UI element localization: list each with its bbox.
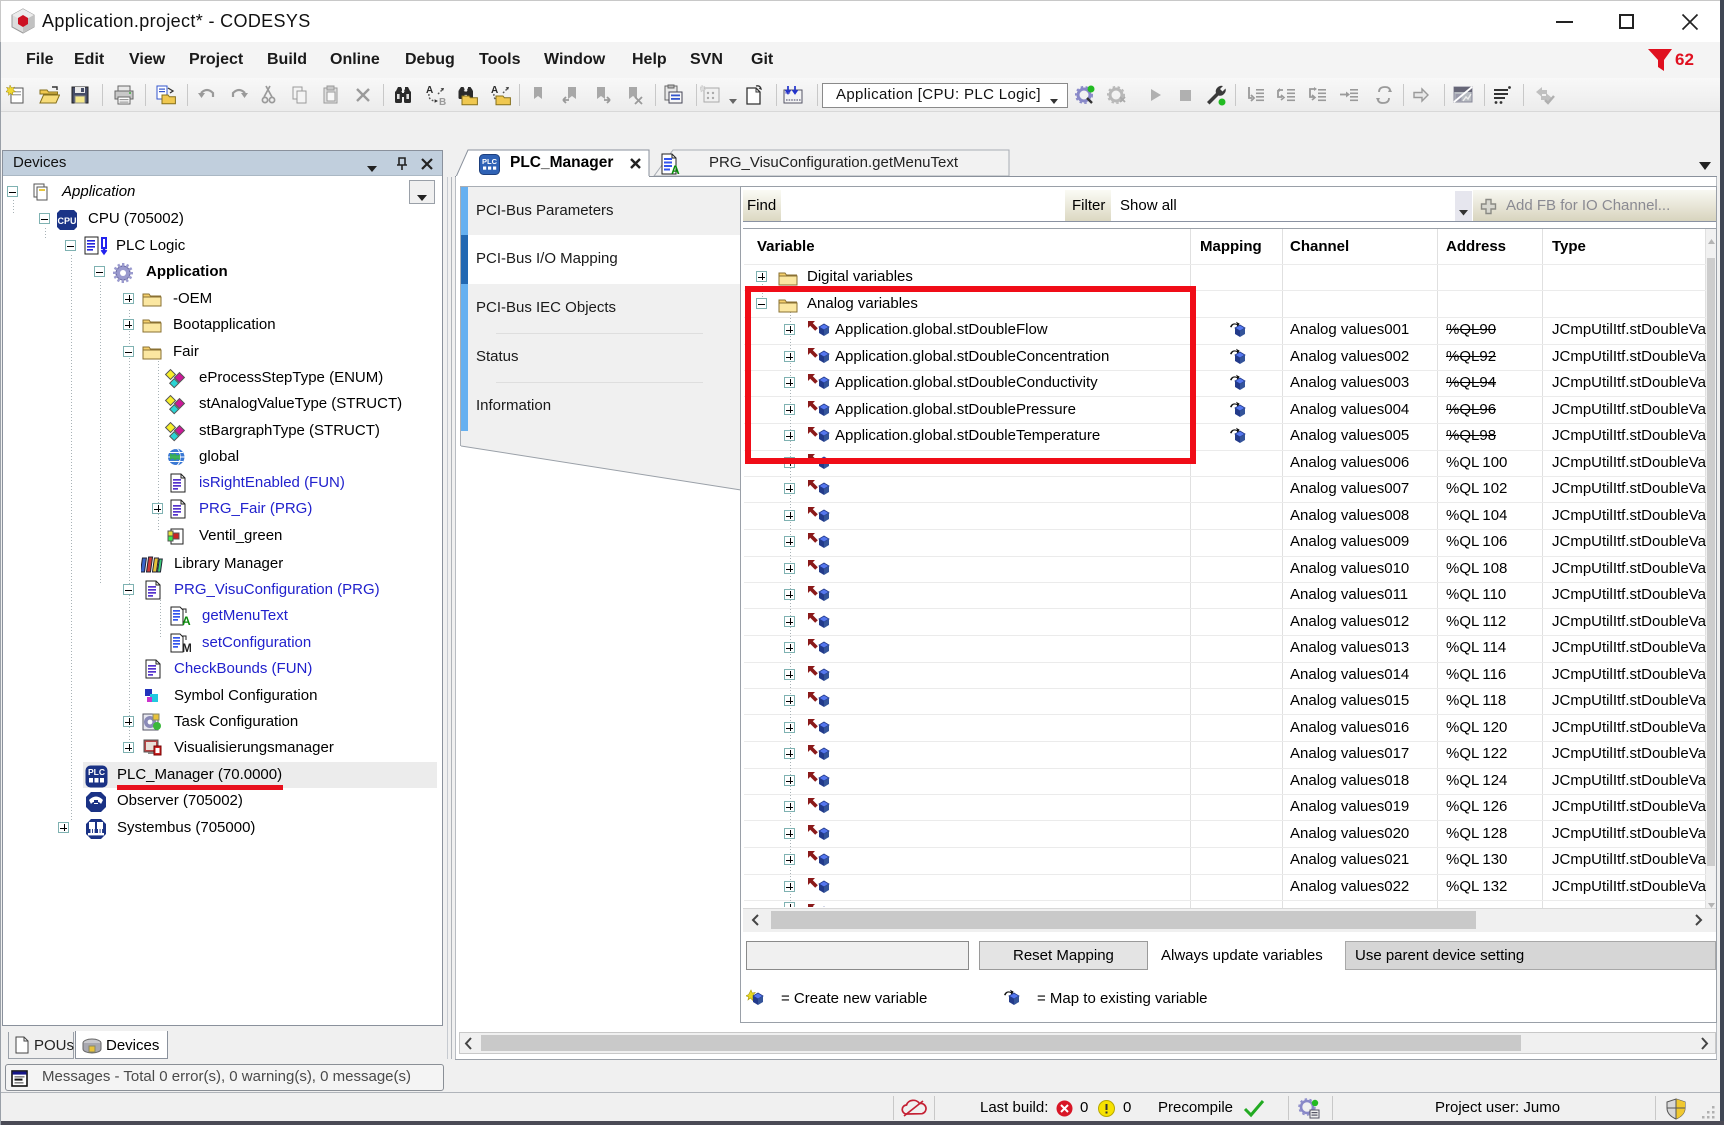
svg-text:PLC: PLC xyxy=(482,157,498,166)
svg-text:M: M xyxy=(182,641,191,653)
svg-text:CPU: CPU xyxy=(57,216,76,226)
svg-text:B: B xyxy=(439,97,446,106)
svg-text:PLC: PLC xyxy=(88,767,105,777)
svg-text:A: A xyxy=(671,163,680,175)
svg-text:A: A xyxy=(182,614,191,626)
